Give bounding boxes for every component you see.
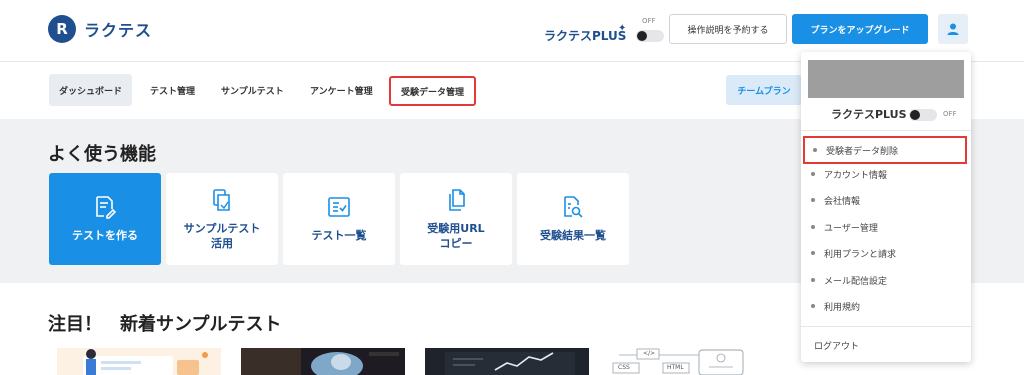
plus-label: ラクテスPLUS [544, 29, 627, 43]
feature-label: 受験結果一覧 [540, 229, 606, 243]
menu-item-label: 会社情報 [824, 196, 861, 207]
feature-copy-exam-url[interactable]: 受験用URL コピー [400, 173, 512, 265]
nav-sample-test[interactable]: サンプルテスト [211, 74, 294, 106]
code-tag: </> [643, 350, 656, 357]
bullet [811, 225, 815, 229]
plus-toggle-state: OFF [642, 17, 656, 25]
nav-dashboard[interactable]: ダッシュボード [49, 74, 133, 106]
team-plan-button[interactable]: チームプラン [726, 75, 802, 105]
user-icon [947, 23, 959, 35]
sample-thumb-4[interactable]: </> CSS HTML [609, 348, 773, 375]
user-dropdown-menu: ラクテスPLUS OFF 受験者データ削除 アカウント情報 会社情報 ユーザー管… [801, 52, 971, 362]
files-icon [443, 187, 469, 213]
user-info-redacted [808, 60, 964, 98]
nav-test-management[interactable]: テスト管理 [140, 74, 205, 106]
nav-survey-management[interactable]: アンケート管理 [300, 74, 383, 106]
menu-terms-of-use[interactable]: 利用規約 [811, 294, 961, 318]
menu-item-label: 受験者データ削除 [826, 146, 899, 157]
reserve-demo-button[interactable]: 操作説明を予約する [669, 14, 787, 44]
feature-label: サンプルテスト 活用 [183, 221, 261, 250]
logo-text: ラクテス [84, 21, 153, 40]
user-menu-button[interactable] [938, 14, 968, 44]
menu-plan-billing[interactable]: 利用プランと請求 [811, 241, 961, 265]
menu-account-info[interactable]: アカウント情報 [811, 162, 961, 186]
checklist-icon [326, 194, 352, 220]
menu-item-label: 利用プランと請求 [824, 249, 897, 260]
toggle-knob [637, 31, 647, 41]
logo[interactable]: R ラクテス [48, 15, 152, 43]
nav-exam-data-management[interactable]: 受験データ管理 [389, 76, 477, 106]
copy-doc-icon [209, 187, 235, 213]
edit-doc-icon [92, 194, 118, 220]
bullet [811, 251, 815, 255]
feature-test-list[interactable]: テスト一覧 [283, 173, 395, 265]
menu-item-label: 利用規約 [824, 302, 861, 313]
features-title: よく使う機能 [48, 144, 156, 165]
dropdown-plus-label: ラクテスPLUS [831, 108, 907, 121]
sample-thumb-3[interactable] [425, 348, 589, 375]
bullet [813, 148, 817, 152]
html-tag: HTML [667, 364, 684, 371]
upgrade-plan-button[interactable]: プランをアップグレード [792, 14, 928, 44]
search-doc-icon [560, 194, 586, 220]
plus-toggle[interactable] [636, 30, 664, 42]
css-tag: CSS [618, 364, 630, 371]
bullet [811, 172, 815, 176]
toggle-knob [910, 110, 920, 120]
sample-thumb-1[interactable] [57, 348, 221, 375]
feature-create-test[interactable]: テストを作る [49, 173, 161, 265]
new-samples-title: 注目！ 新着サンプルテスト [48, 314, 282, 335]
logout-link[interactable]: ログアウト [814, 339, 859, 352]
feature-label: テスト一覧 [311, 229, 367, 243]
logo-mark: R [48, 15, 76, 43]
feature-exam-results[interactable]: 受験結果一覧 [517, 173, 629, 265]
menu-company-info[interactable]: 会社情報 [811, 188, 961, 212]
menu-item-label: メール配信設定 [824, 276, 888, 287]
bullet [811, 304, 815, 308]
feature-use-sample[interactable]: サンプルテスト 活用 [166, 173, 278, 265]
bullet [811, 198, 815, 202]
menu-item-label: ユーザー管理 [824, 223, 878, 234]
bullet [811, 278, 815, 282]
menu-delete-examinee-data[interactable]: 受験者データ削除 [803, 136, 967, 164]
dropdown-plus-toggle[interactable] [909, 109, 937, 121]
sample-thumb-2[interactable] [241, 348, 405, 375]
sparkle-icon: ✦ [618, 23, 627, 34]
feature-label: 受験用URL コピー [427, 221, 485, 250]
feature-label: テストを作る [72, 229, 138, 243]
menu-user-management[interactable]: ユーザー管理 [811, 215, 961, 239]
divider [801, 326, 971, 327]
menu-mail-settings[interactable]: メール配信設定 [811, 268, 961, 292]
menu-item-label: アカウント情報 [824, 170, 888, 181]
dropdown-plus-toggle-state: OFF [943, 110, 957, 118]
divider [801, 130, 971, 131]
